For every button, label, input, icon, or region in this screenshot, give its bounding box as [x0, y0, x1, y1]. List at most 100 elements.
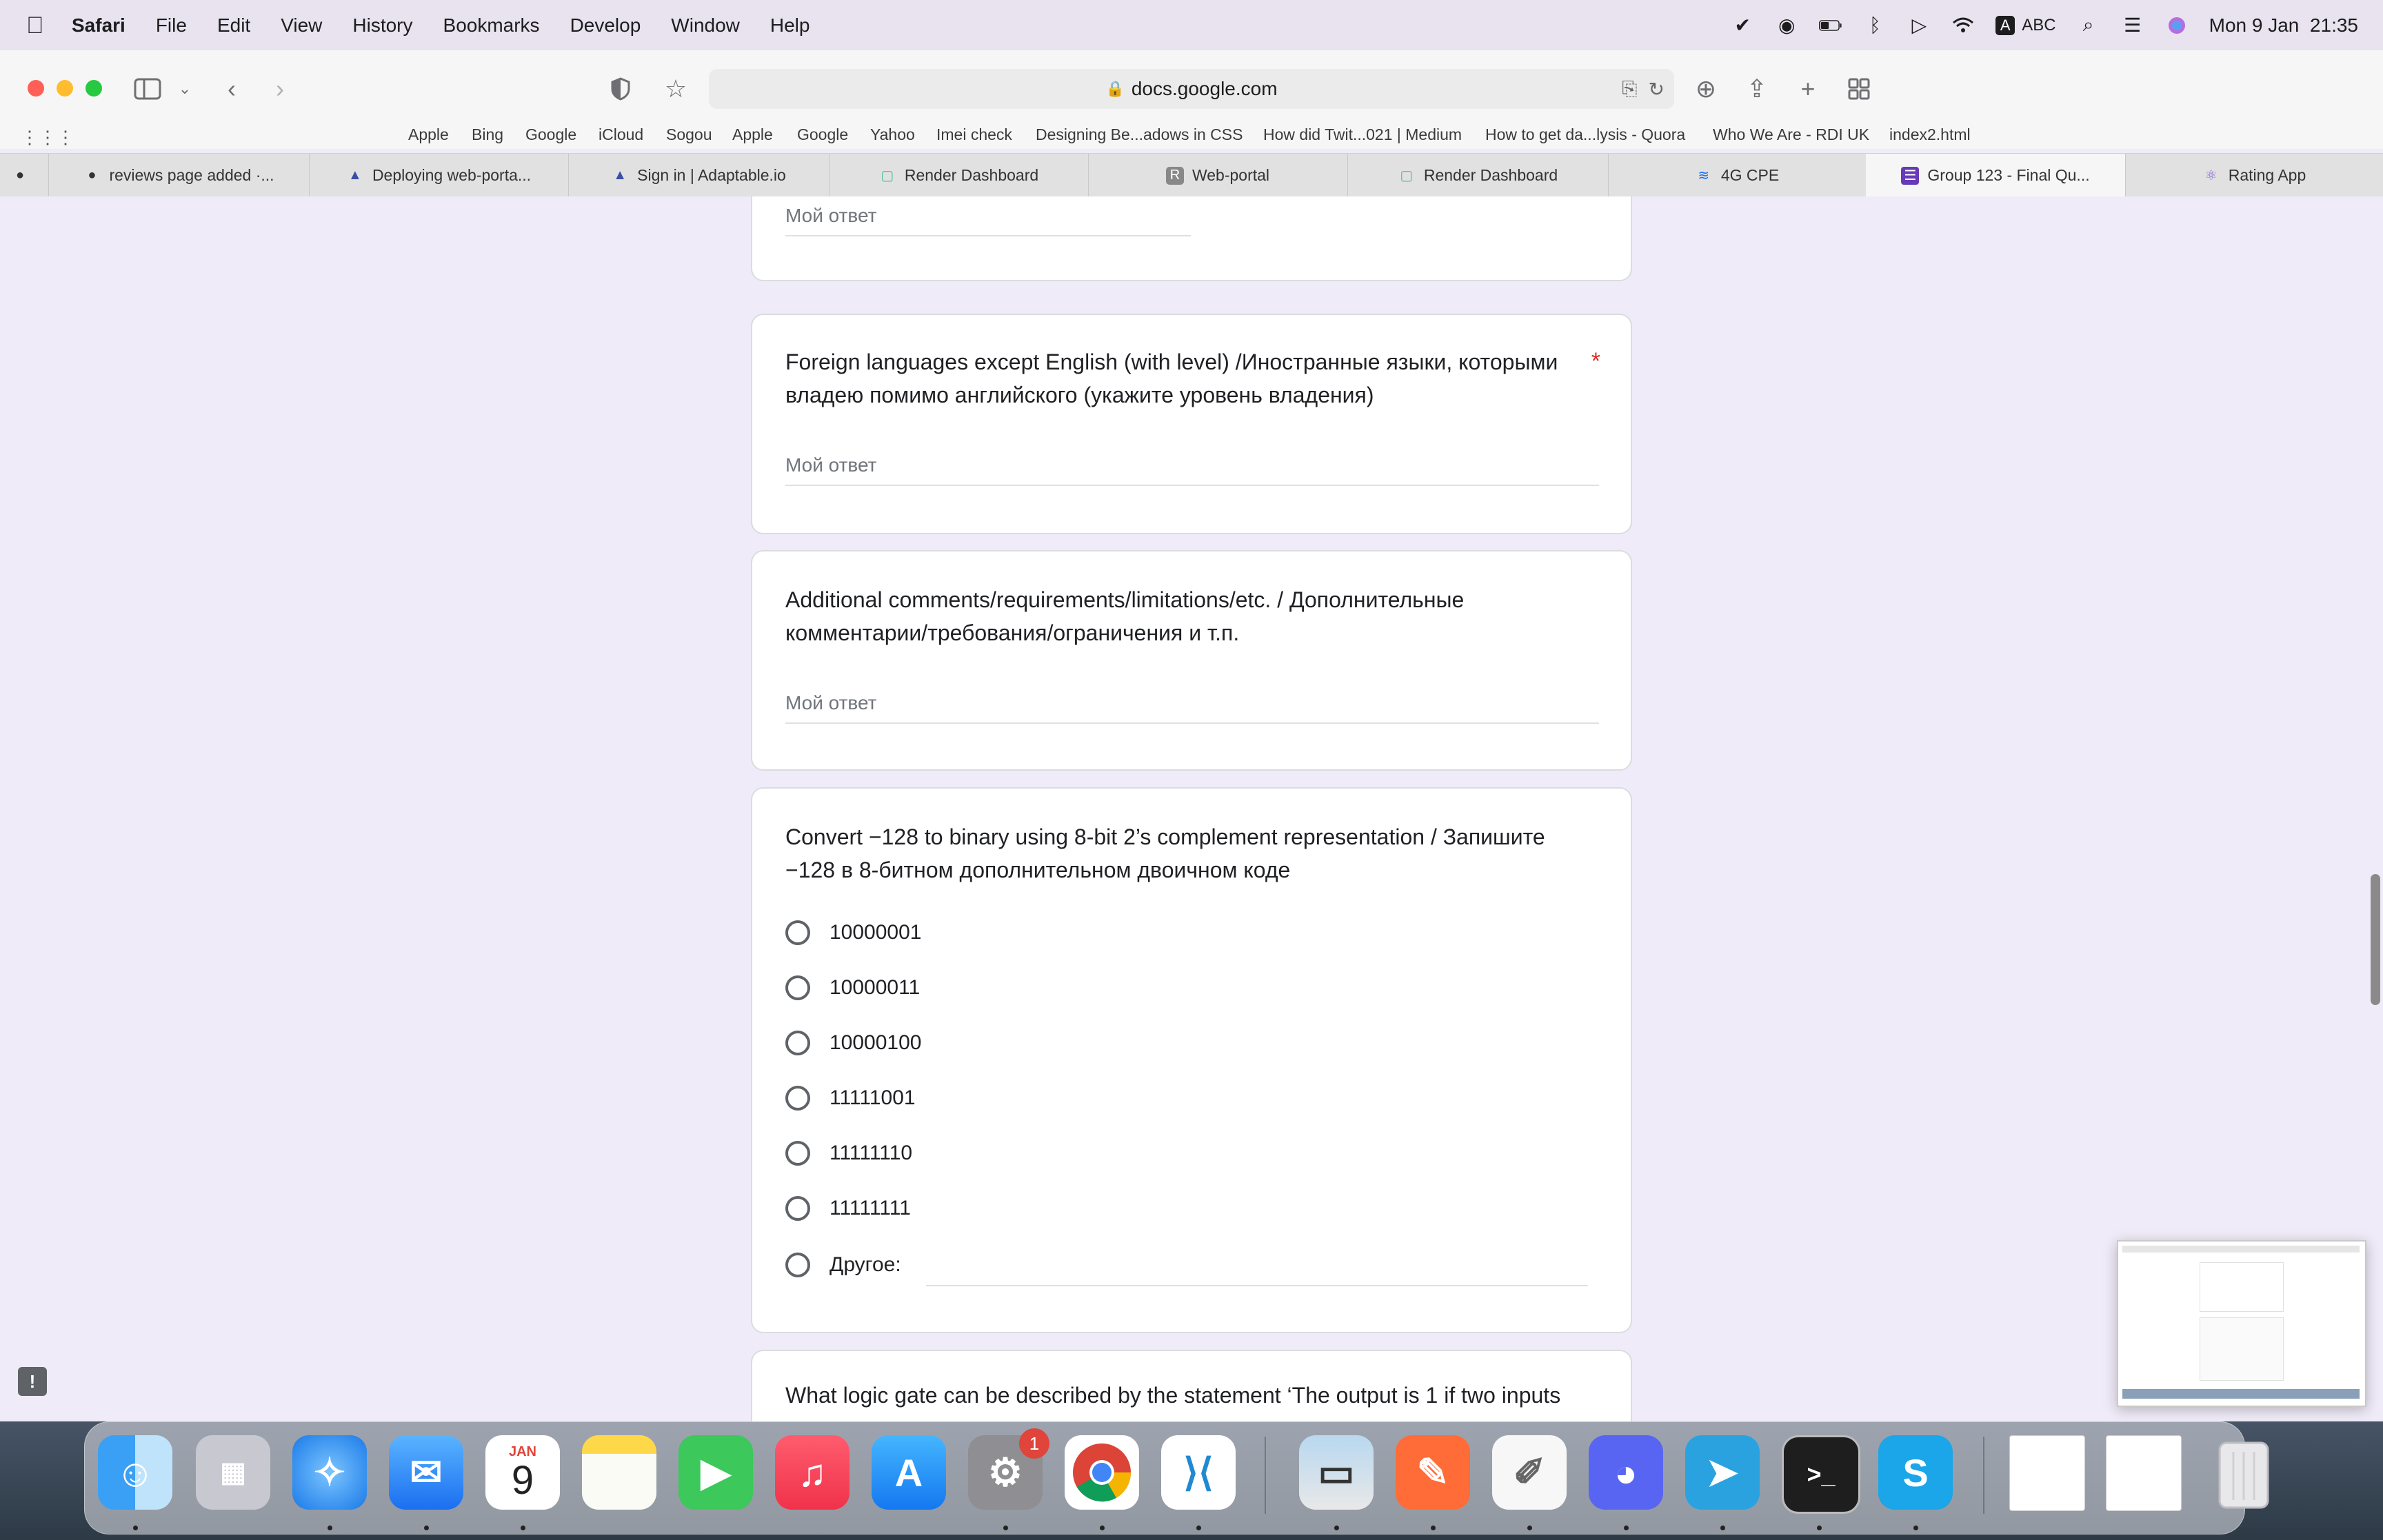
radio-circle-icon[interactable] [785, 1031, 810, 1055]
tab-google-form[interactable]: ☰ Group 123 - Final Qu... [1866, 154, 2126, 197]
sync-status-icon[interactable]: ◉ [1775, 14, 1798, 37]
tab-render-dashboard[interactable]: ▢ Render Dashboard [829, 154, 1089, 197]
menu-view[interactable]: View [281, 14, 322, 37]
bookmark-item[interactable]: Sogou [666, 125, 712, 144]
sidebar-toggle-icon[interactable] [130, 71, 165, 107]
radio-circle-icon[interactable] [785, 1253, 810, 1277]
safari-app-icon[interactable]: ✧ [292, 1435, 367, 1510]
radio-option-other[interactable]: Другое: [785, 1246, 901, 1284]
bookmark-item[interactable]: How to get da...lysis - Quora [1485, 125, 1685, 144]
tab-rating-app[interactable]: ⚛ Rating App [2125, 154, 2383, 197]
telegram-app-icon[interactable]: ➤ [1685, 1435, 1760, 1510]
calendar-app-icon[interactable]: JAN 9 [485, 1435, 560, 1510]
bookmark-item[interactable]: Yahoo [870, 125, 915, 144]
input-source-icon[interactable]: A [1995, 15, 2015, 35]
siri-icon[interactable] [2165, 14, 2189, 37]
menu-file[interactable]: File [156, 14, 187, 37]
bookmark-item[interactable]: Imei check [936, 125, 1012, 144]
menubar-clock[interactable]: Mon 9 Jan 21:35 [2209, 14, 2358, 37]
chevron-down-icon[interactable]: ⌄ [167, 71, 203, 107]
address-bar[interactable]: 🔒 docs.google.com ⎘ ↻ [709, 69, 1674, 109]
radio-circle-icon[interactable] [785, 1196, 810, 1221]
bookmark-item[interactable]: Google [525, 125, 576, 144]
tab-deploying[interactable]: ▲ Deploying web-porta... [309, 154, 569, 197]
terminal-app-icon[interactable]: >_ [1782, 1435, 1860, 1514]
discord-app-icon[interactable]: ◕ [1589, 1435, 1663, 1510]
report-feedback-icon[interactable]: ! [18, 1367, 47, 1396]
forward-button[interactable]: › [262, 71, 298, 107]
menu-app-name[interactable]: Safari [72, 14, 125, 37]
tab-web-portal[interactable]: R Web-portal [1088, 154, 1348, 197]
zoom-window-button[interactable] [86, 80, 102, 97]
short-answer-input[interactable]: Мой ответ [785, 692, 1599, 724]
tab-4g-cpe[interactable]: ≋ 4G CPE [1608, 154, 1867, 197]
close-window-button[interactable] [28, 80, 44, 97]
trash-icon[interactable] [2206, 1435, 2281, 1510]
tab-adaptable-signin[interactable]: ▲ Sign in | Adaptable.io [568, 154, 829, 197]
vscode-app-icon[interactable]: ⟩⟨ [1161, 1435, 1236, 1510]
pinned-tab-github[interactable]: ● [0, 154, 49, 197]
bookmark-item[interactable]: Google [797, 125, 848, 144]
short-answer-input[interactable]: Мой ответ [785, 454, 1599, 486]
textedit-app-icon[interactable]: ✐ [1492, 1435, 1567, 1510]
skype-app-icon[interactable]: S [1878, 1435, 1953, 1510]
checkmark-status-icon[interactable]: ✔ [1731, 14, 1754, 37]
menu-bookmarks[interactable]: Bookmarks [443, 14, 540, 37]
radio-circle-icon[interactable] [785, 1141, 810, 1166]
bookmark-item[interactable]: Designing Be...adows in CSS [1036, 125, 1243, 144]
minimize-window-button[interactable] [57, 80, 73, 97]
control-center-icon[interactable]: ☰ [2121, 14, 2144, 37]
apple-menu-icon[interactable]:  [26, 14, 47, 37]
radio-circle-icon[interactable] [785, 1086, 810, 1111]
new-tab-icon[interactable]: + [1790, 71, 1826, 107]
music-app-icon[interactable]: ♫ [775, 1435, 849, 1510]
menu-window[interactable]: Window [671, 14, 740, 37]
bookmark-item[interactable]: Who We Are - RDI UK [1713, 125, 1869, 144]
tab-render-dashboard-2[interactable]: ▢ Render Dashboard [1347, 154, 1609, 197]
spotlight-search-icon[interactable]: ⌕ [2077, 14, 2100, 37]
downloads-stack-icon[interactable] [2106, 1435, 2182, 1511]
radio-circle-icon[interactable] [785, 975, 810, 1000]
mail-app-icon[interactable]: ✉ [389, 1435, 463, 1510]
short-answer-input[interactable]: Мой ответ [785, 205, 1191, 236]
battery-icon[interactable] [1819, 14, 1842, 37]
notes-app-icon[interactable] [582, 1435, 656, 1510]
bookmark-item[interactable]: Apple [408, 125, 449, 144]
bookmark-item[interactable]: index2.html [1889, 125, 1971, 144]
page-scrollbar[interactable] [2371, 874, 2380, 1005]
tab-overview-icon[interactable] [1841, 71, 1877, 107]
bookmark-item[interactable]: iCloud [599, 125, 643, 144]
privacy-shield-icon[interactable] [603, 71, 639, 107]
preview-app-icon[interactable]: ▭ [1299, 1435, 1374, 1510]
app-store-icon[interactable]: A [872, 1435, 946, 1510]
menu-develop[interactable]: Develop [570, 14, 641, 37]
bluetooth-icon[interactable]: ᛒ [1863, 14, 1887, 37]
finder-app-icon[interactable]: ☺ [98, 1435, 172, 1510]
back-button[interactable]: ‹ [214, 71, 250, 107]
bookmark-item[interactable]: How did Twit...021 | Medium [1263, 125, 1462, 144]
radio-option[interactable]: 10000011 [785, 969, 920, 1006]
share-icon[interactable]: ⇪ [1739, 71, 1775, 107]
now-playing-icon[interactable]: ▷ [1907, 14, 1931, 37]
radio-option[interactable]: 11111001 [785, 1080, 916, 1117]
chrome-app-icon[interactable] [1065, 1435, 1139, 1510]
menu-edit[interactable]: Edit [217, 14, 250, 37]
tab-reviews[interactable]: ● reviews page added ·... [48, 154, 310, 197]
bookmark-item[interactable]: Apple [732, 125, 773, 144]
radio-option[interactable]: 11111111 [785, 1190, 911, 1227]
facetime-app-icon[interactable]: ▶ [678, 1435, 753, 1510]
other-text-input[interactable] [926, 1284, 1588, 1286]
menu-history[interactable]: History [352, 14, 412, 37]
postman-app-icon[interactable]: ✎ [1396, 1435, 1470, 1510]
radio-circle-icon[interactable] [785, 920, 810, 945]
screenshot-preview-thumbnail[interactable] [2117, 1240, 2366, 1407]
recent-document-icon[interactable] [2009, 1435, 2085, 1511]
menu-help[interactable]: Help [770, 14, 810, 37]
favorites-grid-icon[interactable]: ⋮⋮⋮ [21, 127, 74, 148]
downloads-icon[interactable]: ⊕ [1688, 71, 1724, 107]
radio-option[interactable]: 10000100 [785, 1024, 921, 1062]
wifi-icon[interactable] [1951, 14, 1975, 37]
translate-icon[interactable]: ⎘ [1622, 78, 1637, 101]
bookmark-item[interactable]: Bing [472, 125, 503, 144]
launchpad-app-icon[interactable]: ▦ [196, 1435, 270, 1510]
